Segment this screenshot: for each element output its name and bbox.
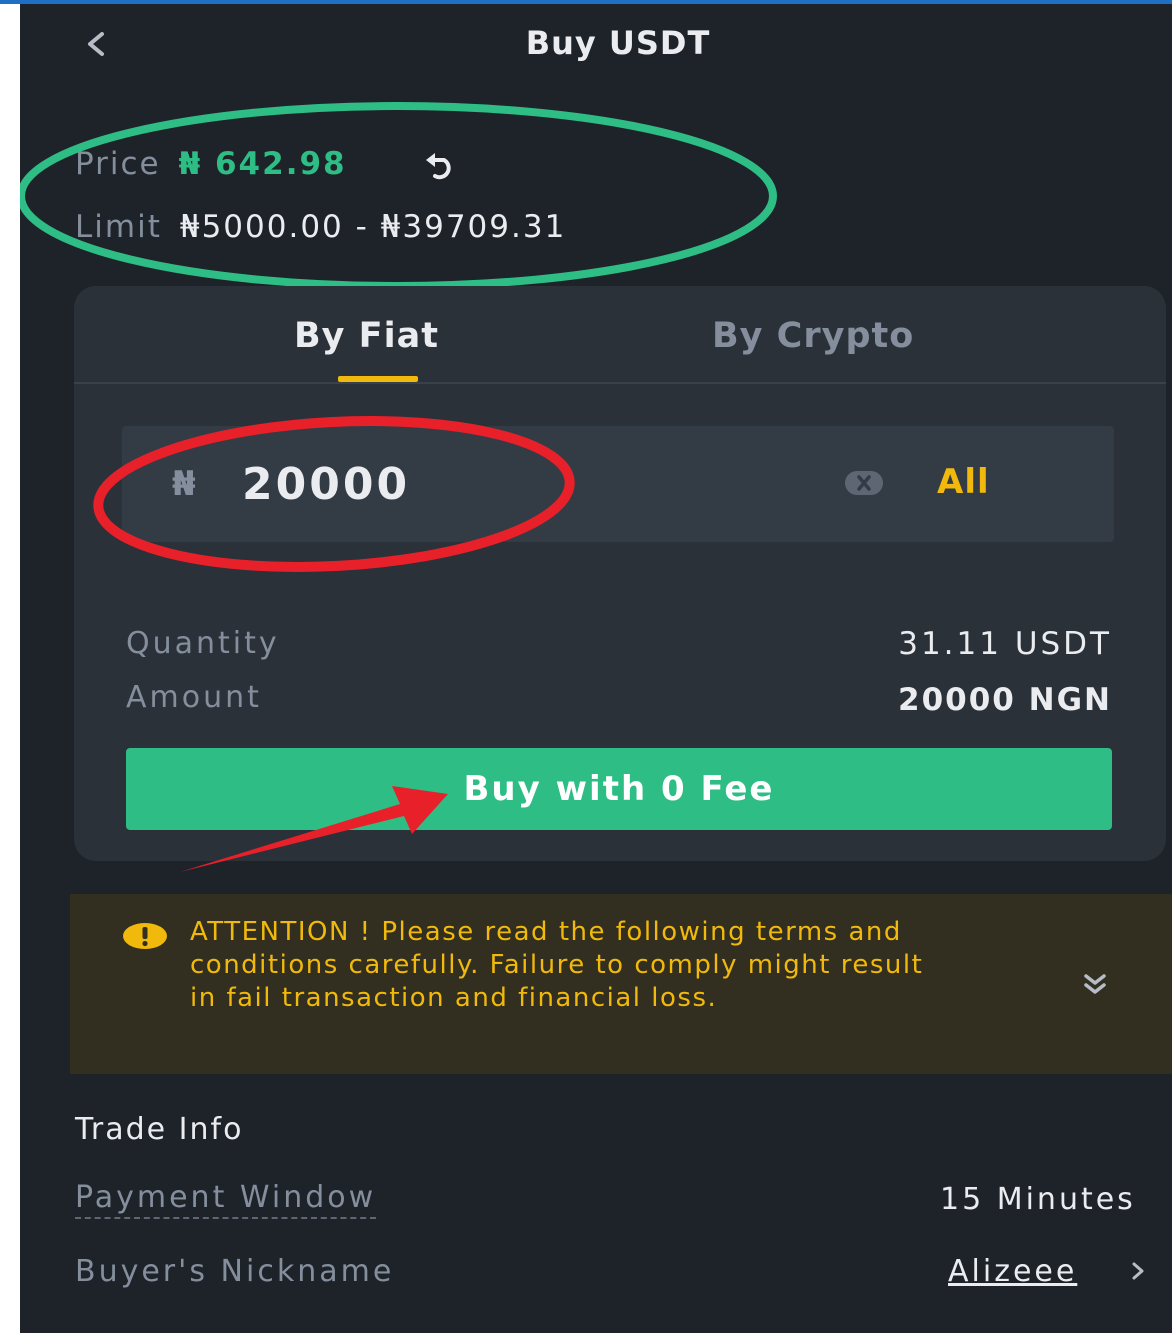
attention-banner: ATTENTION ! Please read the following te… <box>70 894 1172 1074</box>
amount-input[interactable] <box>242 454 762 514</box>
limit-row: Limit ₦5000.00 - ₦39709.31 <box>75 209 566 245</box>
payment-window-value: 15 Minutes <box>940 1182 1136 1217</box>
amount-input-box[interactable]: ₦ All <box>122 426 1114 542</box>
quantity-label: Quantity <box>126 626 280 661</box>
buyer-nickname-label: Buyer's Nickname <box>75 1254 395 1289</box>
page-title: Buy USDT <box>525 24 711 62</box>
amount-value: 20000 NGN <box>898 682 1112 718</box>
price-label: Price <box>75 146 161 182</box>
buyer-nickname-link[interactable]: Alizeee <box>948 1254 1077 1289</box>
refresh-icon[interactable] <box>422 151 460 185</box>
limit-value: ₦5000.00 - ₦39709.31 <box>179 209 567 245</box>
double-chevron-down-icon[interactable] <box>1080 970 1110 1000</box>
clear-input-icon[interactable] <box>844 468 884 498</box>
tab-by-fiat[interactable]: By Fiat <box>294 316 439 356</box>
trade-info-heading: Trade Info <box>75 1112 244 1147</box>
order-card: By Fiat By Crypto ₦ All Quantity 31.11 U… <box>74 286 1166 861</box>
limit-label: Limit <box>75 209 162 245</box>
amount-label: Amount <box>126 680 262 715</box>
attention-text: ATTENTION ! Please read the following te… <box>190 917 924 1013</box>
warning-icon <box>123 923 167 949</box>
payment-window-label[interactable]: Payment Window <box>75 1180 377 1219</box>
chevron-right-icon[interactable] <box>1130 1261 1146 1281</box>
naira-currency-symbol: ₦ <box>172 464 196 504</box>
price-value: ₦ 642.98 <box>178 146 347 182</box>
green-annotation-ellipse <box>20 102 777 290</box>
all-button[interactable]: All <box>937 462 990 502</box>
left-margin <box>0 4 20 1333</box>
tab-divider <box>74 382 1166 384</box>
price-row: Price ₦ 642.98 <box>75 146 347 182</box>
quantity-value: 31.11 USDT <box>898 626 1112 662</box>
app-screen: Buy USDT Price ₦ 642.98 Limit ₦5000.00 - ₦… <box>20 4 1172 1333</box>
tab-by-crypto[interactable]: By Crypto <box>712 316 914 356</box>
buy-button[interactable]: Buy with 0 Fee <box>126 748 1112 830</box>
